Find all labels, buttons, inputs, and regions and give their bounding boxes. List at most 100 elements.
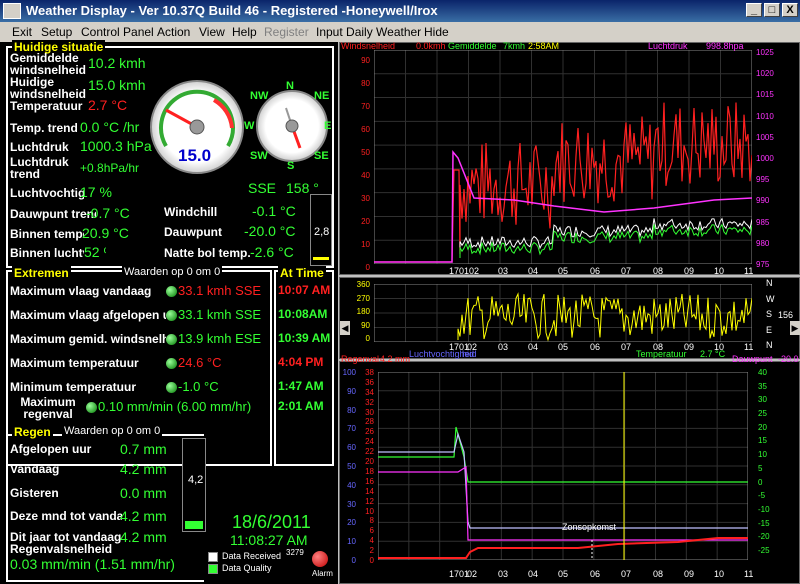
menu-register[interactable]: Register xyxy=(264,25,309,39)
graph3-x-tick: 05 xyxy=(558,569,569,579)
extreme-time: 1:47 AM xyxy=(278,379,324,393)
graph1-x-tick: 06 xyxy=(590,266,601,276)
avg-wind-series xyxy=(459,223,752,258)
menu-view[interactable]: View xyxy=(199,25,225,39)
extreme-label: Maximum vlaag vandaag xyxy=(10,284,152,298)
graph1-left-tick: 30 xyxy=(361,194,370,203)
data-received-indicator xyxy=(208,552,218,562)
graph3-left2-tick: 34 xyxy=(365,387,374,397)
humidity-label: Luchtvochtigheid xyxy=(10,186,84,200)
rain-row-value: 0.7 mm xyxy=(120,441,167,457)
graph3-left2-tick: 22 xyxy=(365,447,374,457)
graph2-right-tick: S xyxy=(766,309,773,319)
window-title-bar[interactable]: Weather Display - Ver 10.37Q Build 46 - … xyxy=(0,0,800,22)
graph1-left-tick: 90 xyxy=(361,56,370,65)
graph3-left2-tick: 26 xyxy=(365,427,374,437)
graph1-x-tick: 08 xyxy=(653,266,664,276)
scroll-right-icon[interactable]: ▶ xyxy=(790,321,800,335)
graph1-wind-label: Windsnelheid xyxy=(341,41,396,51)
gauge-value: 15.0 xyxy=(178,146,212,165)
data-quality-label: Data Quality xyxy=(222,563,272,573)
menu-exit[interactable]: Exit xyxy=(12,25,32,39)
extreme-label: Maximum regenval xyxy=(20,395,76,421)
graph3-x-tick: 06 xyxy=(590,569,601,579)
menu-action[interactable]: Action xyxy=(157,25,190,39)
graph3-left2-tick: 10 xyxy=(365,506,374,516)
status-led-icon xyxy=(166,310,177,321)
graph2-x-tick: 04 xyxy=(528,342,539,352)
graph1-x-tick: 07 xyxy=(621,266,632,276)
graph1-right-tick: 1005 xyxy=(756,132,774,142)
graph3-x-tick: 08 xyxy=(653,569,664,579)
status-led-icon xyxy=(166,358,177,369)
graph3-left2-tick: 4 xyxy=(369,536,374,546)
graph3-right-tick: 20 xyxy=(758,422,767,432)
graph3-left-tick: 60 xyxy=(347,443,356,453)
graph2-x-tick: 03 xyxy=(498,342,509,352)
graph2-left-tick: 90 xyxy=(361,320,370,330)
graph3-right-tick: 40 xyxy=(758,368,767,377)
pressure-value: 1000.3 hPa xyxy=(80,138,152,154)
graph3-left-tick: 90 xyxy=(347,386,356,396)
graph1-left-tick: 40 xyxy=(361,171,370,180)
graph1-right-tick: 980 xyxy=(756,238,770,248)
graph1-x-tick: 05 xyxy=(558,266,569,276)
small-level-value: 2,8 xyxy=(314,226,330,238)
alarm-light[interactable] xyxy=(312,551,328,567)
compass-sw: SW xyxy=(250,150,268,162)
graph1-right-tick: 1020 xyxy=(756,69,774,79)
graph3-rain-value: 4.2 mm xyxy=(380,354,411,364)
extreme-value: 0.10 mm/min (6.00 mm/hr) xyxy=(98,399,252,414)
graph1-right-tick: 995 xyxy=(756,175,770,185)
graph2-x-tick: 07 xyxy=(621,342,632,352)
scroll-left-icon[interactable]: ◀ xyxy=(340,321,350,335)
extreme-label: Maximum vlaag afgelopen uur xyxy=(10,308,166,322)
extreme-time: 10:39 AM xyxy=(278,331,331,345)
pressure-trend-value: +0.8hPa/hr xyxy=(80,161,140,175)
graph3-right-tick: -5 xyxy=(758,491,766,501)
graph3-right-tick: -10 xyxy=(758,504,770,514)
menu-input-daily-weather[interactable]: Input Daily Weather xyxy=(316,25,421,39)
rain-row-label: Deze mnd tot vandaag xyxy=(10,509,122,523)
graph2-x-tick: 10 xyxy=(714,342,725,352)
graph2-left-tick: 0 xyxy=(365,334,370,343)
compass-w: W xyxy=(244,120,255,132)
compass-e: E xyxy=(324,120,332,132)
windchill-label: Windchill xyxy=(164,205,218,219)
rain-row-value: 4.2 mm xyxy=(120,508,167,524)
temp-trend-label: Temp. trend xyxy=(10,121,78,135)
graph3-left-tick: 20 xyxy=(347,518,356,528)
graph3-rain-label: Regenval xyxy=(341,354,380,364)
graph3-x-tick: 04 xyxy=(528,569,539,579)
minimize-button[interactable]: _ xyxy=(746,3,762,17)
graph3-left2-tick: 32 xyxy=(365,397,374,407)
menu-setup[interactable]: Setup xyxy=(41,25,72,39)
graph2-right-tick: N xyxy=(766,340,773,350)
graph3-left2-tick: 36 xyxy=(365,377,374,387)
graph2-x-tick: 05 xyxy=(558,342,569,352)
close-button[interactable]: X xyxy=(782,3,798,17)
pressure-label: Luchtdruk xyxy=(10,140,69,154)
graph1-left-tick: 10 xyxy=(361,240,370,249)
graph3-x-tick: 11 xyxy=(744,569,754,579)
menu-control-panel[interactable]: Control Panel xyxy=(81,25,154,39)
graph3-x-tick: 07 xyxy=(621,569,632,579)
extremes-time-header: At Time xyxy=(278,266,326,280)
graph3-right-tick: 0 xyxy=(758,477,763,487)
graph3-left2-tick: 0 xyxy=(369,556,374,565)
graph3-left2-tick: 24 xyxy=(365,437,374,447)
extreme-value: 24.6 °C xyxy=(178,355,222,370)
maximize-button[interactable]: □ xyxy=(764,3,780,17)
graph3-left-tick: 50 xyxy=(347,462,356,471)
graph3-left2-tick: 12 xyxy=(365,496,374,506)
menu-help[interactable]: Help xyxy=(232,25,257,39)
graph1-right-tick: 1025 xyxy=(756,48,774,57)
extreme-label: Maximum gemid. windsnelheid xyxy=(10,332,166,346)
graph3-right-tick: -15 xyxy=(758,518,770,528)
menu-hide[interactable]: Hide xyxy=(424,25,449,39)
graph2-right-tick: N xyxy=(766,278,773,288)
pressure-trend-label: Luchtdruk trend xyxy=(10,155,69,181)
extreme-label: Minimum temperatuur xyxy=(10,380,137,394)
compass-s: S xyxy=(287,160,295,172)
rain-panel-bottom xyxy=(6,580,204,582)
